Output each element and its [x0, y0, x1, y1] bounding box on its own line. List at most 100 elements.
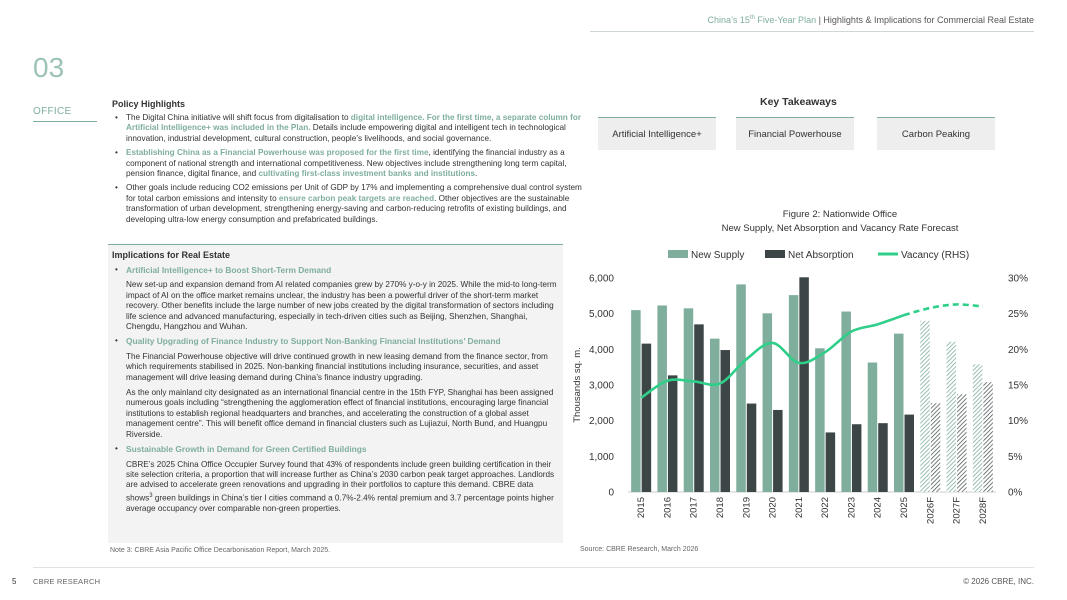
x-tick-label: 2017: [689, 497, 700, 518]
bar-net-absorption: [930, 403, 941, 492]
y-tick-label: 3,000: [589, 381, 614, 392]
implication-green-text: CBRE’s 2025 China Office Occupier Survey…: [126, 459, 555, 513]
x-tick-label: 2019: [741, 497, 752, 518]
y2-tick-label: 0%: [1008, 488, 1023, 499]
y-tick-label: 2,000: [589, 416, 614, 427]
implications-list: Artificial Intelligence+ to Boost Short-…: [112, 265, 560, 514]
figure-source: Source: CBRE Research, March 2026: [580, 546, 699, 553]
page-number: 5: [12, 577, 17, 586]
bar-new-supply: [867, 362, 878, 492]
header-subtitle: Highlights & Implications for Commercial…: [823, 15, 1034, 25]
x-tick-label: 2024: [873, 497, 884, 518]
x-tick-label: 2023: [846, 497, 857, 518]
x-tick-label: 2026F: [925, 497, 936, 524]
takeaway-ai: Artificial Intelligence+: [598, 117, 716, 150]
report-header: China’s 15th Five-Year Plan | Highlights…: [707, 15, 1034, 25]
figure-title-line-1: Figure 2: Nationwide Office: [782, 209, 898, 220]
chart-legend: New Supply Net Absorption Vacancy (RHS): [668, 250, 969, 261]
y2-tick-label: 25%: [1008, 309, 1028, 320]
bar-new-supply: [920, 320, 930, 492]
policy-highlights: Policy Highlights The Digital China init…: [112, 99, 582, 229]
chart-bars: [631, 277, 993, 492]
legend-label: New Supply: [691, 250, 744, 261]
implication-green-title: Sustainable Growth in Demand for Green C…: [126, 444, 367, 455]
y-tick-label: 1,000: [589, 452, 614, 463]
x-tick-label: 2027F: [952, 497, 963, 524]
y-tick-label: 5,000: [589, 309, 614, 320]
y-tick-label: 4,000: [589, 345, 614, 356]
bar-new-supply: [972, 364, 983, 492]
bar-net-absorption: [694, 324, 704, 492]
plan-title: China’s 15th Five-Year Plan: [707, 15, 817, 25]
policy-bullet-3: Other goals include reducing CO2 emissio…: [112, 183, 582, 225]
x-tick-label: 2016: [662, 497, 673, 518]
bar-new-supply: [894, 333, 904, 492]
header-divider: [590, 31, 1034, 32]
y2-tick-label: 5%: [1008, 452, 1023, 463]
x-tick-label: 2022: [820, 497, 831, 518]
bar-net-absorption: [878, 423, 888, 492]
x-tick-label: 2028F: [978, 497, 989, 524]
bar-net-absorption: [799, 277, 809, 492]
bar-new-supply: [815, 348, 825, 492]
y2-tick-label: 15%: [1008, 381, 1028, 392]
implications-heading: Implications for Real Estate: [112, 250, 231, 260]
y2-tick-label: 10%: [1008, 416, 1028, 427]
section-label: OFFICE: [33, 106, 72, 117]
implication-ai-title: Artificial Intelligence+ to Boost Short-…: [126, 265, 332, 275]
bar-net-absorption: [825, 432, 836, 492]
legend-swatch: [668, 250, 688, 258]
bar-net-absorption: [773, 409, 783, 492]
figure-title-line-2: New Supply, Net Absorption and Vacancy R…: [721, 223, 959, 234]
footnote: Note 3: CBRE Asia Pacific Office Decarbo…: [110, 547, 331, 554]
x-tick-label: 2018: [715, 497, 726, 518]
y2-tick-label: 30%: [1008, 274, 1028, 285]
implications-content: Implications for Real Estate Artificial …: [112, 250, 560, 518]
implication-finance-text-1: The Financial Powerhouse objective will …: [126, 351, 548, 382]
key-takeaways-heading: Key Takeaways: [760, 96, 837, 108]
takeaway-finance: Financial Powerhouse: [736, 117, 854, 150]
policy-list: The Digital China initiative will shift …: [112, 113, 582, 225]
implication-finance-text-2: As the only mainland city designated as …: [126, 388, 554, 439]
y-tick-label: 0: [608, 488, 614, 499]
footer-divider: [33, 567, 1034, 568]
y2-tick-label: 20%: [1008, 345, 1028, 356]
x-tick-label: 2021: [794, 497, 805, 518]
takeaway-carbon: Carbon Peaking: [877, 117, 995, 150]
bar-net-absorption: [851, 424, 862, 492]
bar-new-supply: [657, 305, 667, 492]
bar-new-supply: [788, 295, 799, 492]
legend-swatch: [765, 250, 785, 258]
policy-bullet-2: Establishing China as a Financial Powerh…: [112, 148, 582, 179]
policy-bullet-1: The Digital China initiative will shift …: [112, 113, 582, 144]
vacancy-line-forecast: [903, 303, 983, 317]
copyright: © 2026 CBRE, INC.: [963, 577, 1034, 586]
bar-new-supply: [631, 310, 641, 492]
vacancy-line-actual: [640, 313, 905, 399]
brand-label: CBRE RESEARCH: [33, 577, 101, 586]
implication-ai: Artificial Intelligence+ to Boost Short-…: [112, 265, 560, 332]
y-tick-label: 6,000: [589, 274, 614, 285]
implication-ai-text: New set-up and expansion demand from AI …: [126, 280, 557, 332]
bar-net-absorption: [641, 343, 652, 492]
legend-label: Vacancy (RHS): [901, 250, 969, 261]
bar-new-supply: [762, 313, 773, 492]
bar-new-supply: [946, 341, 957, 492]
bar-new-supply: [710, 338, 720, 492]
implication-finance: Quality Upgrading of Finance Industry to…: [112, 336, 560, 440]
implication-finance-title: Quality Upgrading of Finance Industry to…: [126, 336, 501, 347]
x-tick-label: 2020: [768, 497, 779, 518]
policy-heading: Policy Highlights: [112, 99, 186, 109]
bar-net-absorption: [983, 382, 993, 492]
bar-net-absorption: [746, 403, 757, 492]
legend-label: Net Absorption: [788, 250, 854, 261]
bar-net-absorption: [904, 414, 914, 492]
x-tick-label: 2015: [636, 497, 647, 518]
bar-net-absorption: [957, 394, 967, 492]
implication-green: Sustainable Growth in Demand for Green C…: [112, 444, 560, 514]
y-axis-label: Thousands sq. m.: [572, 347, 583, 423]
office-supply-chart: New Supply Net Absorption Vacancy (RHS) 0 1…: [572, 250, 1028, 524]
section-underline: [33, 121, 97, 122]
bar-net-absorption: [720, 350, 730, 492]
bar-new-supply: [683, 308, 694, 492]
